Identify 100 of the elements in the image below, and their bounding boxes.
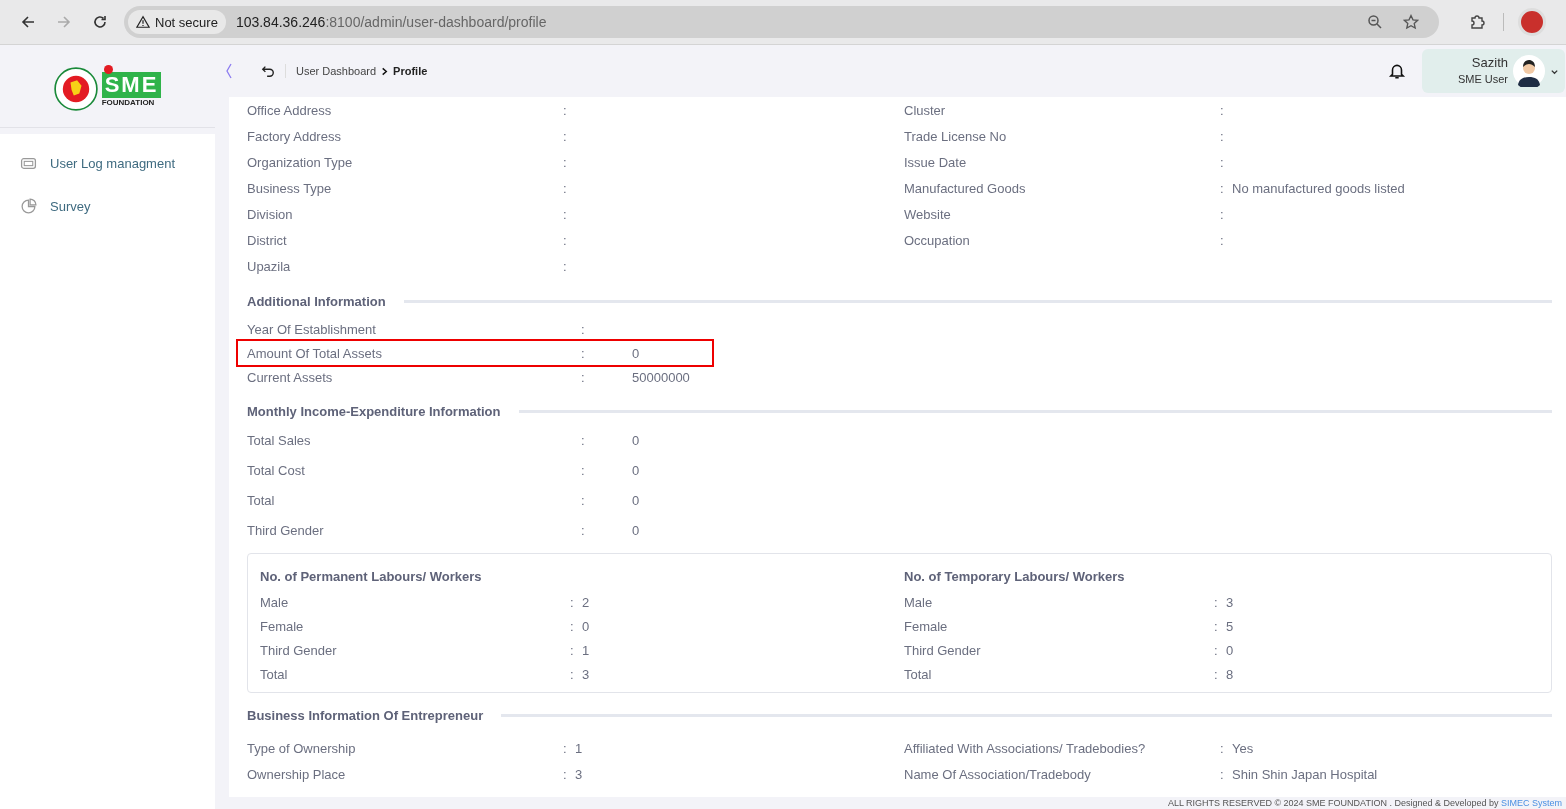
colon: :	[581, 369, 586, 385]
footer-text: ALL RIGHTS RESERVED © 2024 SME FOUNDATION . Designed & Developed by	[1167, 798, 1499, 808]
security-chip[interactable]: Not secure	[128, 10, 226, 34]
field-value: 1	[575, 740, 583, 756]
colon: :	[1220, 180, 1225, 196]
colon: :	[1220, 128, 1225, 144]
field-label: Total Sales	[247, 432, 312, 448]
field-label: Name Of Association/Tradebody	[904, 766, 1092, 782]
field-label: Business Type	[247, 180, 333, 196]
user-name: Sazith	[1471, 55, 1508, 71]
field-label: Manufactured Goods	[904, 180, 1027, 196]
colon: :	[570, 618, 575, 634]
field-value: 5	[1226, 618, 1234, 634]
colon: :	[563, 128, 568, 144]
colon: :	[563, 258, 568, 274]
field-value: 50000000	[632, 369, 690, 385]
field-label: Type of Ownership	[247, 740, 357, 756]
colon: :	[570, 642, 575, 658]
breadcrumb-link[interactable]: User Dashboard	[296, 65, 377, 77]
field-value: 0	[632, 432, 640, 448]
log-icon	[20, 155, 37, 172]
collapse-icon[interactable]	[225, 63, 233, 79]
bell-icon[interactable]	[1387, 62, 1406, 80]
logo-dot	[103, 64, 113, 74]
field-label: Third Gender	[260, 642, 338, 658]
field-label: Male	[260, 594, 290, 610]
field-label: Factory Address	[247, 128, 342, 144]
zoom-icon[interactable]	[1367, 14, 1383, 30]
user-menu[interactable]: Sazith SME User	[1421, 49, 1565, 93]
colon: :	[1220, 102, 1225, 118]
colon: :	[563, 740, 568, 756]
sidebar-item[interactable]: Survey	[0, 185, 215, 228]
field-label: Trade License No	[904, 128, 1008, 144]
colon: :	[1214, 594, 1219, 610]
group-title: No. of Permanent Labours/ Workers	[260, 567, 483, 586]
colon: :	[1220, 154, 1225, 170]
profile-avatar[interactable]	[1518, 8, 1546, 36]
undo-icon[interactable]	[261, 64, 286, 78]
sidebar-item[interactable]: User Log managment	[0, 142, 215, 185]
field-value: No manufactured goods listed	[1232, 180, 1405, 196]
breadcrumb-link[interactable]: Profile	[393, 65, 428, 77]
field-label: Total	[904, 666, 933, 682]
logo-text: SME	[101, 71, 162, 98]
field-value: 0	[632, 522, 640, 538]
field-value: 0	[632, 462, 640, 478]
back-icon[interactable]	[20, 14, 36, 30]
colon: :	[581, 432, 586, 448]
colon: :	[1220, 232, 1225, 248]
field-value: 3	[575, 766, 583, 782]
url-text: 103.84.36.246:8100/admin/user-dashboard/profile	[235, 14, 547, 30]
field-label: Office Address	[247, 102, 333, 118]
field-value: 0	[582, 618, 590, 634]
field-label: Amount Of Total Assets	[247, 345, 383, 361]
colon: :	[1220, 766, 1225, 782]
field-label: Upazila	[247, 258, 292, 274]
colon: :	[581, 462, 586, 478]
reload-icon[interactable]	[92, 14, 108, 30]
field-label: Female	[260, 618, 305, 634]
field-value: 1	[582, 642, 590, 658]
field-label: Third Gender	[904, 642, 982, 658]
field-label: Ownership Place	[247, 766, 347, 782]
colon: :	[570, 594, 575, 610]
colon: :	[570, 666, 575, 682]
field-value: 3	[1226, 594, 1234, 610]
field-label: Year Of Establishment	[247, 321, 377, 337]
colon: :	[563, 180, 568, 196]
emblem-icon	[53, 67, 98, 111]
field-label: Female	[904, 618, 949, 634]
colon: :	[1214, 618, 1219, 634]
colon: :	[1214, 642, 1219, 658]
address-bar[interactable]: Not secure 103.84.36.246:8100/admin/user-dashboard/profile	[124, 6, 1439, 38]
field-label: Website	[904, 206, 952, 222]
star-icon[interactable]	[1403, 14, 1419, 30]
field-value: 0	[1226, 642, 1234, 658]
colon: :	[1220, 740, 1225, 756]
field-value: Yes	[1232, 740, 1254, 756]
colon: :	[581, 345, 586, 361]
puzzle-icon[interactable]	[1469, 14, 1485, 30]
field-label: Total	[247, 492, 276, 508]
field-label: Male	[904, 594, 934, 610]
logo-caption: FOUNDATION	[101, 97, 155, 107]
field-label: Affiliated With Associations/ Tradebodies?	[904, 740, 1147, 756]
colon: :	[563, 766, 568, 782]
colon: :	[563, 206, 568, 222]
colon: :	[563, 154, 568, 170]
field-label: Total	[260, 666, 289, 682]
user-role: SME User	[1457, 72, 1508, 87]
field-value: 2	[582, 594, 590, 610]
field-label: Occupation	[904, 232, 971, 248]
field-label: Third Gender	[247, 522, 325, 538]
field-label: Total Cost	[247, 462, 306, 478]
section-title: Additional Information	[247, 293, 386, 309]
colon: :	[563, 232, 568, 248]
field-value: 0	[632, 492, 640, 508]
field-value: Shin Shin Japan Hospital	[1232, 766, 1378, 782]
field-value: 8	[1226, 666, 1234, 682]
group-title: No. of Temporary Labours/ Workers	[904, 567, 1126, 586]
colon: :	[1220, 206, 1225, 222]
field-label: Current Assets	[247, 369, 334, 385]
colon: :	[581, 492, 586, 508]
